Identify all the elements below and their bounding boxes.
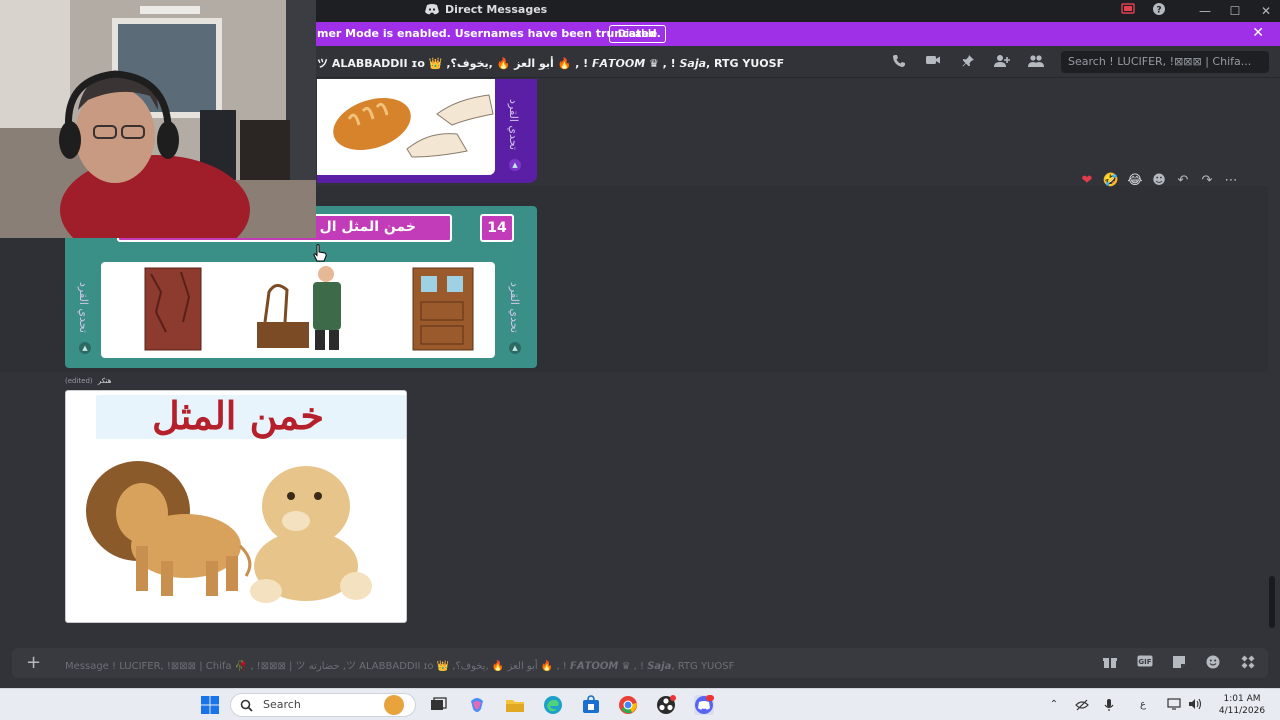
window-title-text: Direct Messages (445, 3, 548, 16)
taskbar-search-label: Search (263, 698, 301, 711)
copilot-icon[interactable] (467, 695, 487, 715)
card-2-right-arrow-icon: ▲ (509, 342, 521, 354)
add-friends-icon[interactable] (994, 54, 1010, 70)
svg-text:?: ? (1156, 6, 1161, 16)
card-1-side-label: تحدي القرد (507, 99, 520, 150)
clock-date: 4/11/2026 (1218, 706, 1266, 716)
dm-recipients: ツ ALABBADDII ɪᴏ 👑 ,أبو العز 🔥 ,يخوف؟ 🔥 ,… (317, 57, 785, 70)
edge-icon[interactable] (543, 695, 563, 715)
network-icon[interactable] (1167, 698, 1181, 712)
add-attachment-icon[interactable]: + (26, 653, 41, 673)
emoji-icon[interactable] (1205, 655, 1221, 671)
message-input[interactable]: Message ! LUCIFER, !⊠⊠⊠ | Chifa 🥀 , !⊠⊠⊠… (65, 657, 734, 672)
add-reaction-icon[interactable]: ☻ (1150, 173, 1168, 193)
pinned-messages-icon[interactable] (960, 54, 976, 70)
search-highlight-icon (384, 695, 404, 715)
language-indicator[interactable]: ع (1136, 698, 1150, 712)
card-3-heading: خمن المثل (152, 393, 324, 438)
screen-share-icon[interactable] (1119, 2, 1137, 20)
message-composer[interactable]: + Message ! LUCIFER, !⊠⊠⊠ | Chifa 🥀 , !⊠… (12, 648, 1268, 678)
minimize-icon[interactable]: — (1196, 2, 1214, 20)
edited-label: (edited) (65, 377, 93, 385)
card-2-side-label-right: تحدي القرد (508, 282, 521, 333)
apps-icon[interactable] (1240, 655, 1256, 671)
gift-icon[interactable] (1102, 655, 1118, 671)
card-2-title-text: خمن المثل ال (319, 219, 416, 235)
lion-and-cub-illustration (86, 461, 372, 603)
card-2-image (101, 262, 495, 358)
card-2-left-arrow-icon: ▲ (79, 342, 91, 354)
discord-taskbar-icon[interactable] (694, 695, 714, 715)
chat-scrollbar[interactable] (1268, 79, 1276, 639)
maximize-icon[interactable]: ☐ (1226, 2, 1244, 20)
svg-text:GIF: GIF (1138, 658, 1151, 666)
tray-app-icon[interactable] (1075, 698, 1089, 712)
search-placeholder: Search ! LUCIFER, !⊠⊠⊠ | Chifa... (1068, 55, 1252, 68)
voice-call-icon[interactable] (891, 54, 907, 70)
message-actions-toolbar: ❤ 🤣 😂 ☻ ↶ ↷ ⋯ (1078, 173, 1240, 193)
rofl-reaction-icon[interactable]: 🤣 (1102, 173, 1120, 193)
sticker-icon[interactable] (1171, 655, 1187, 671)
obs-icon[interactable] (656, 695, 676, 715)
card-2-side-label-left: تحدي القرد (77, 282, 90, 333)
scrollbar-thumb[interactable] (1269, 576, 1275, 628)
forward-icon[interactable]: ↷ (1198, 173, 1216, 193)
webcam-feed-image (0, 0, 316, 238)
clock-time: 1:01 AM (1223, 694, 1261, 704)
file-explorer-icon[interactable] (505, 695, 525, 715)
author-name[interactable]: هتكر (98, 377, 112, 385)
help-icon[interactable]: ? (1150, 2, 1168, 20)
microphone-icon[interactable] (1102, 698, 1116, 712)
clock[interactable]: 1:01 AM 4/11/2026 (1212, 693, 1272, 717)
windows-taskbar: Search ⌃ ع 1:01 AM 4/11/2026 (0, 688, 1280, 720)
hand-cursor-icon (313, 244, 327, 262)
doors-carpenter-illustration (144, 266, 474, 351)
close-window-icon[interactable]: ✕ (1257, 2, 1275, 20)
chrome-icon[interactable] (618, 695, 638, 715)
video-call-icon[interactable] (925, 54, 941, 70)
more-options-icon[interactable]: ⋯ (1222, 173, 1240, 193)
bread-hand-illustration (333, 94, 494, 158)
gif-icon[interactable]: GIF (1137, 655, 1153, 671)
discord-icon (425, 4, 439, 15)
search-input[interactable]: Search ! LUCIFER, !⊠⊠⊠ | Chifa... (1061, 51, 1269, 73)
webcam-overlay (0, 0, 316, 238)
message-image-card-1[interactable]: تحدي القرد ▲ (317, 79, 537, 183)
microsoft-store-icon[interactable] (581, 695, 601, 715)
disable-button[interactable]: Disable (609, 25, 667, 43)
tray-chevron-icon[interactable]: ⌃ (1047, 698, 1061, 712)
window-title: Direct Messages (425, 3, 547, 16)
close-banner-icon[interactable]: ✕ (1252, 25, 1264, 41)
message-author[interactable]: (edited) هتكر (65, 377, 111, 385)
task-view-icon[interactable] (428, 695, 448, 715)
card-2-number: 14 (480, 214, 514, 242)
card-1-image (317, 79, 495, 175)
joy-reaction-icon[interactable]: 😂 (1126, 173, 1144, 193)
volume-icon[interactable] (1188, 698, 1202, 712)
start-menu-icon[interactable] (200, 695, 220, 715)
heart-reaction-icon[interactable]: ❤ (1078, 173, 1096, 193)
search-icon (240, 699, 253, 712)
message-image-card-3[interactable]: خمن المثل (65, 390, 407, 623)
member-list-icon[interactable] (1028, 54, 1044, 70)
reply-icon[interactable]: ↶ (1174, 173, 1192, 193)
card-1-arrow-icon: ▲ (509, 159, 521, 171)
